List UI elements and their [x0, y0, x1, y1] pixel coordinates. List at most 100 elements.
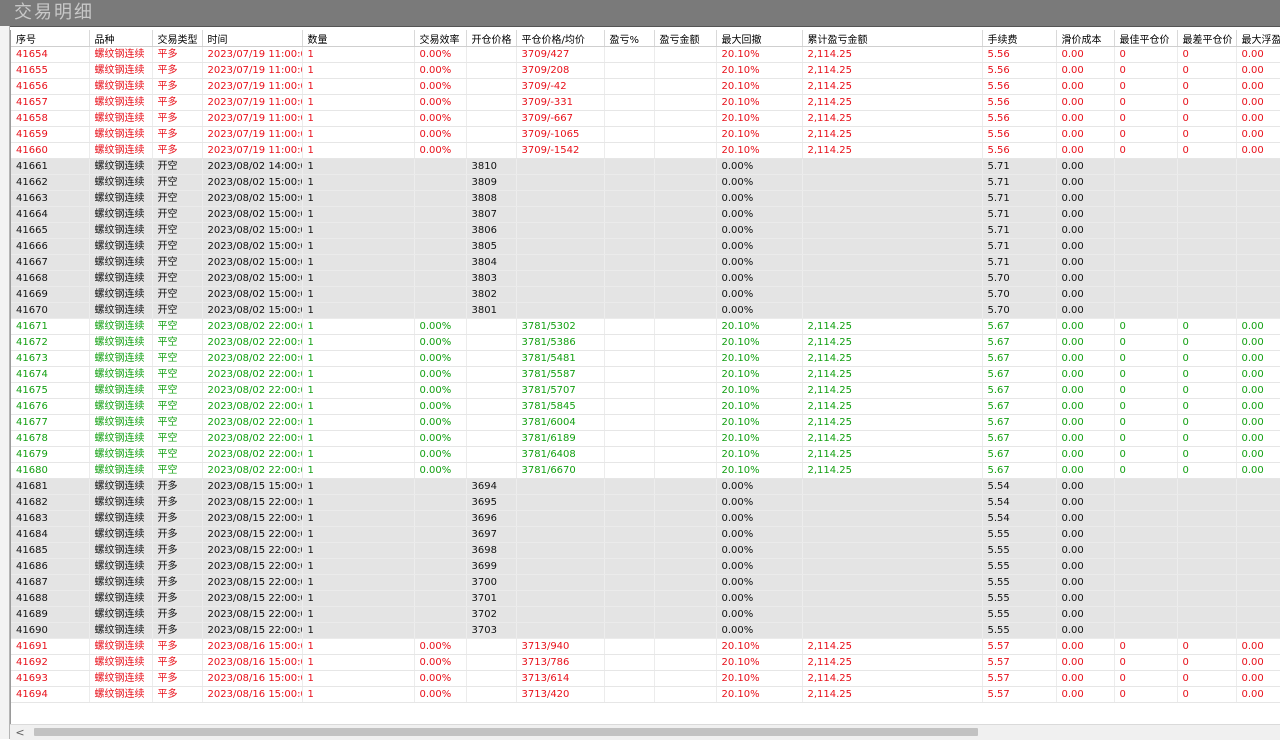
col-header-seq[interactable]: 序号 — [11, 30, 90, 47]
table-cell: 1 — [302, 558, 415, 575]
table-cell — [1114, 574, 1178, 591]
col-header-trade-type[interactable]: 交易类型 — [152, 30, 203, 47]
col-header-cumulative-pnl[interactable]: 累计盈亏金额 — [802, 30, 983, 47]
table-row[interactable]: 41663螺纹钢连续开空2023/08/02 15:00:001 3808 0.00… — [11, 190, 1280, 207]
table-row[interactable]: 41689螺纹钢连续开多2023/08/15 22:00:001 3702 0.00… — [11, 606, 1280, 623]
col-header-time[interactable]: 时间 — [202, 30, 303, 47]
table-row[interactable]: 41680螺纹钢连续平空2023/08/02 22:00:0010.00% 378… — [11, 462, 1280, 479]
trade-detail-grid[interactable]: 序号 品种 交易类型 时间 数量 交易效率 开仓价格 平仓价格/均价 盈亏% 盈… — [10, 30, 1280, 724]
table-row[interactable]: 41678螺纹钢连续平空2023/08/02 22:00:0010.00% 378… — [11, 430, 1280, 447]
table-cell: 0 — [1114, 46, 1178, 63]
table-cell — [604, 334, 655, 351]
table-row[interactable]: 41666螺纹钢连续开空2023/08/02 15:00:001 3805 0.00… — [11, 238, 1280, 255]
table-cell — [604, 654, 655, 671]
table-row[interactable]: 41667螺纹钢连续开空2023/08/02 15:00:001 3804 0.00… — [11, 254, 1280, 271]
table-cell — [802, 174, 983, 191]
col-header-pnl-amount[interactable]: 盈亏金额 — [654, 30, 717, 47]
table-row[interactable]: 41671螺纹钢连续平空2023/08/02 22:00:0010.00% 378… — [11, 318, 1280, 335]
table-cell: 0.00% — [716, 158, 803, 175]
col-header-instrument[interactable]: 品种 — [89, 30, 153, 47]
table-cell: 41659 — [11, 126, 90, 143]
table-row[interactable]: 41658螺纹钢连续平多2023/07/19 11:00:0010.00% 370… — [11, 110, 1280, 127]
col-header-close-price[interactable]: 平仓价格/均价 — [516, 30, 605, 47]
table-row[interactable]: 41675螺纹钢连续平空2023/08/02 22:00:0010.00% 378… — [11, 382, 1280, 399]
table-row[interactable]: 41654螺纹钢连续平多2023/07/19 11:00:0010.00% 370… — [11, 46, 1280, 63]
table-cell — [1177, 270, 1237, 287]
table-row[interactable]: 41670螺纹钢连续开空2023/08/02 15:00:001 3801 0.00… — [11, 302, 1280, 319]
table-cell: 20.10% — [716, 94, 803, 111]
col-header-fee[interactable]: 手续费 — [982, 30, 1057, 47]
table-cell — [466, 654, 517, 671]
table-row[interactable]: 41659螺纹钢连续平多2023/07/19 11:00:0010.00% 370… — [11, 126, 1280, 143]
table-cell: 2,114.25 — [802, 670, 983, 687]
table-row[interactable]: 41690螺纹钢连续开多2023/08/15 22:00:001 3703 0.00… — [11, 622, 1280, 639]
horizontal-scrollbar[interactable]: < — [10, 724, 1280, 740]
table-cell: 5.57 — [982, 670, 1057, 687]
table-cell — [654, 350, 717, 367]
table-cell: 0.00% — [414, 46, 467, 63]
table-cell: 0.00% — [414, 318, 467, 335]
table-cell — [466, 334, 517, 351]
table-row[interactable]: 41672螺纹钢连续平空2023/08/02 22:00:0010.00% 378… — [11, 334, 1280, 351]
col-header-worst-close[interactable]: 最差平仓价 — [1177, 30, 1237, 47]
table-cell — [654, 94, 717, 111]
table-cell: 螺纹钢连续 — [89, 190, 153, 207]
table-cell: 0.00 — [1236, 686, 1280, 703]
table-row[interactable]: 41682螺纹钢连续开多2023/08/15 22:00:001 3695 0.00… — [11, 494, 1280, 511]
table-cell — [604, 558, 655, 575]
table-row[interactable]: 41673螺纹钢连续平空2023/08/02 22:00:0010.00% 378… — [11, 350, 1280, 367]
table-row[interactable]: 41664螺纹钢连续开空2023/08/02 15:00:001 3807 0.00… — [11, 206, 1280, 223]
col-header-max-float-profit[interactable]: 最大浮盈 — [1236, 30, 1280, 47]
table-row[interactable]: 41683螺纹钢连续开多2023/08/15 22:00:001 3696 0.00… — [11, 510, 1280, 527]
scrollbar-thumb[interactable] — [34, 728, 978, 736]
table-row[interactable]: 41669螺纹钢连续开空2023/08/02 15:00:001 3802 0.00… — [11, 286, 1280, 303]
table-row[interactable]: 41657螺纹钢连续平多2023/07/19 11:00:0010.00% 370… — [11, 94, 1280, 111]
col-header-best-close[interactable]: 最佳平仓价 — [1114, 30, 1178, 47]
table-cell: 平空 — [152, 334, 203, 351]
table-cell: 0.00% — [414, 126, 467, 143]
table-row[interactable]: 41691螺纹钢连续平多2023/08/16 15:00:0010.00% 371… — [11, 638, 1280, 655]
table-row[interactable]: 41687螺纹钢连续开多2023/08/15 22:00:001 3700 0.00… — [11, 574, 1280, 591]
table-cell: 平空 — [152, 318, 203, 335]
col-header-efficiency[interactable]: 交易效率 — [414, 30, 467, 47]
table-row[interactable]: 41668螺纹钢连续开空2023/08/02 15:00:001 3803 0.00… — [11, 270, 1280, 287]
table-cell: 5.56 — [982, 142, 1057, 159]
table-row[interactable]: 41681螺纹钢连续开多2023/08/15 15:00:001 3694 0.00… — [11, 478, 1280, 495]
table-row[interactable]: 41688螺纹钢连续开多2023/08/15 22:00:001 3701 0.00… — [11, 590, 1280, 607]
table-cell: 0.00 — [1056, 590, 1115, 607]
col-header-pnl-pct[interactable]: 盈亏% — [604, 30, 655, 47]
table-cell — [516, 606, 605, 623]
col-header-open-price[interactable]: 开仓价格 — [466, 30, 517, 47]
table-cell: 开多 — [152, 478, 203, 495]
col-header-quantity[interactable]: 数量 — [302, 30, 415, 47]
table-row[interactable]: 41686螺纹钢连续开多2023/08/15 22:00:001 3699 0.00… — [11, 558, 1280, 575]
scroll-left-arrow-icon[interactable]: < — [14, 725, 26, 740]
table-row[interactable]: 41692螺纹钢连续平多2023/08/16 15:00:0010.00% 371… — [11, 654, 1280, 671]
table-row[interactable]: 41661螺纹钢连续开空2023/08/02 14:00:001 3810 0.00… — [11, 158, 1280, 175]
table-cell — [802, 238, 983, 255]
table-cell — [466, 414, 517, 431]
table-row[interactable]: 41662螺纹钢连续开空2023/08/02 15:00:001 3809 0.00… — [11, 174, 1280, 191]
table-row[interactable]: 41665螺纹钢连续开空2023/08/02 15:00:001 3806 0.00… — [11, 222, 1280, 239]
table-row[interactable]: 41674螺纹钢连续平空2023/08/02 22:00:0010.00% 378… — [11, 366, 1280, 383]
table-cell: 2023/08/02 22:00:00 — [202, 350, 303, 367]
table-cell: 1 — [302, 142, 415, 159]
table-row[interactable]: 41693螺纹钢连续平多2023/08/16 15:00:0010.00% 371… — [11, 670, 1280, 687]
table-cell: 5.71 — [982, 254, 1057, 271]
table-row[interactable]: 41685螺纹钢连续开多2023/08/15 22:00:001 3698 0.00… — [11, 542, 1280, 559]
table-cell — [466, 142, 517, 159]
table-cell: 5.56 — [982, 62, 1057, 79]
col-header-max-drawdown[interactable]: 最大回撤 — [716, 30, 803, 47]
table-row[interactable]: 41679螺纹钢连续平空2023/08/02 22:00:0010.00% 378… — [11, 446, 1280, 463]
table-cell: 0.00 — [1056, 78, 1115, 95]
table-row[interactable]: 41656螺纹钢连续平多2023/07/19 11:00:0010.00% 370… — [11, 78, 1280, 95]
table-cell: 0.00% — [414, 366, 467, 383]
table-row[interactable]: 41684螺纹钢连续开多2023/08/15 22:00:001 3697 0.00… — [11, 526, 1280, 543]
col-header-slippage[interactable]: 滑价成本 — [1056, 30, 1115, 47]
table-row[interactable]: 41676螺纹钢连续平空2023/08/02 22:00:0010.00% 378… — [11, 398, 1280, 415]
table-cell: 41664 — [11, 206, 90, 223]
table-row[interactable]: 41655螺纹钢连续平多2023/07/19 11:00:0010.00% 370… — [11, 62, 1280, 79]
table-row[interactable]: 41694螺纹钢连续平多2023/08/16 15:00:0010.00% 371… — [11, 686, 1280, 703]
table-row[interactable]: 41677螺纹钢连续平空2023/08/02 22:00:0010.00% 378… — [11, 414, 1280, 431]
table-row[interactable]: 41660螺纹钢连续平多2023/07/19 11:00:0010.00% 370… — [11, 142, 1280, 159]
